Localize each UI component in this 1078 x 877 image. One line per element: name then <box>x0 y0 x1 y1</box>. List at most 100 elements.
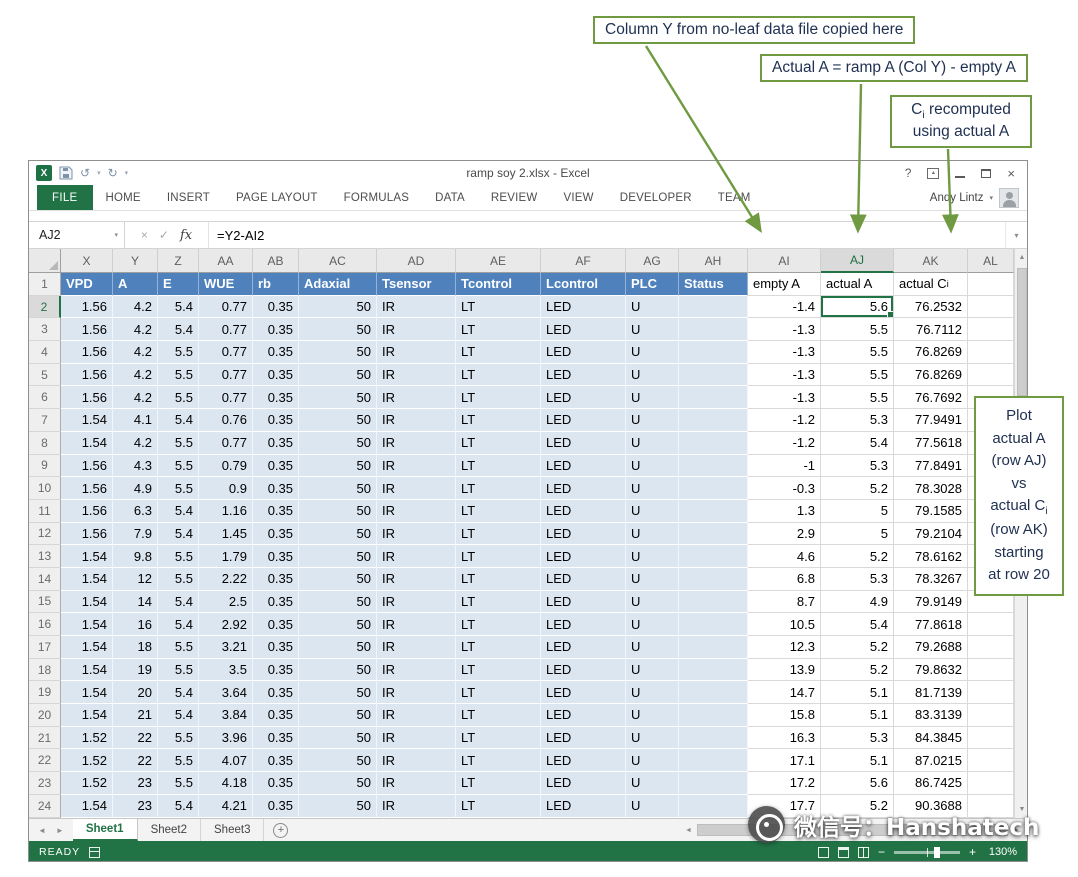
cell-Y24[interactable]: 23 <box>113 795 158 818</box>
cell-AA2[interactable]: 0.77 <box>199 296 253 319</box>
cell-AG20[interactable]: U <box>626 704 679 727</box>
cell-AC17[interactable]: 50 <box>299 636 377 659</box>
cell-AI5[interactable]: -1.3 <box>748 364 821 387</box>
cell-Y2[interactable]: 4.2 <box>113 296 158 319</box>
cell-AC5[interactable]: 50 <box>299 364 377 387</box>
page-layout-view-icon[interactable] <box>838 847 849 858</box>
cell-AB19[interactable]: 0.35 <box>253 681 299 704</box>
cell-AG18[interactable]: U <box>626 659 679 682</box>
sheet-next-icon[interactable]: ► <box>56 826 64 835</box>
name-box-dropdown-icon[interactable]: ▾ <box>114 231 118 239</box>
cell-AG7[interactable]: U <box>626 409 679 432</box>
cell-AH7[interactable] <box>679 409 748 432</box>
cell-AE20[interactable]: LT <box>456 704 541 727</box>
cell-AH24[interactable] <box>679 795 748 818</box>
cell-X3[interactable]: 1.56 <box>61 318 113 341</box>
cell-AE21[interactable]: LT <box>456 727 541 750</box>
cell-AA6[interactable]: 0.77 <box>199 386 253 409</box>
ribbon-tab-home[interactable]: HOME <box>93 185 154 210</box>
sheet-tab-sheet3[interactable]: Sheet3 <box>201 819 264 841</box>
cell-AC4[interactable]: 50 <box>299 341 377 364</box>
cell-AH19[interactable] <box>679 681 748 704</box>
cell-Y4[interactable]: 4.2 <box>113 341 158 364</box>
row-header-1[interactable]: 1 <box>29 273 61 296</box>
scroll-left-icon[interactable]: ◄ <box>682 827 695 834</box>
cell-AH10[interactable] <box>679 477 748 500</box>
cell-AB14[interactable]: 0.35 <box>253 568 299 591</box>
cell-AD19[interactable]: IR <box>377 681 456 704</box>
cell-X15[interactable]: 1.54 <box>61 591 113 614</box>
cell-AB23[interactable]: 0.35 <box>253 772 299 795</box>
cell-AL2[interactable] <box>968 296 1014 319</box>
column-header-ae[interactable]: AE <box>456 249 541 273</box>
cell-Y15[interactable]: 14 <box>113 591 158 614</box>
cell-AJ4[interactable]: 5.5 <box>821 341 894 364</box>
cell-AI1[interactable]: empty A <box>748 273 821 296</box>
cell-AI6[interactable]: -1.3 <box>748 386 821 409</box>
cell-AD12[interactable]: IR <box>377 523 456 546</box>
cell-AF22[interactable]: LED <box>541 749 626 772</box>
cell-AB2[interactable]: 0.35 <box>253 296 299 319</box>
cell-X10[interactable]: 1.56 <box>61 477 113 500</box>
cell-AJ24[interactable]: 5.2 <box>821 795 894 818</box>
column-header-ag[interactable]: AG <box>626 249 679 273</box>
row-header-14[interactable]: 14 <box>29 568 61 591</box>
cell-AC11[interactable]: 50 <box>299 500 377 523</box>
cell-X21[interactable]: 1.52 <box>61 727 113 750</box>
cell-Y11[interactable]: 6.3 <box>113 500 158 523</box>
cell-AE13[interactable]: LT <box>456 545 541 568</box>
ribbon-tab-team[interactable]: TEAM <box>705 185 764 210</box>
cell-X12[interactable]: 1.56 <box>61 523 113 546</box>
cell-X13[interactable]: 1.54 <box>61 545 113 568</box>
zoom-slider-thumb[interactable] <box>934 847 940 858</box>
cell-X8[interactable]: 1.54 <box>61 432 113 455</box>
cell-AC22[interactable]: 50 <box>299 749 377 772</box>
cell-AJ17[interactable]: 5.2 <box>821 636 894 659</box>
cell-AF19[interactable]: LED <box>541 681 626 704</box>
cell-AH2[interactable] <box>679 296 748 319</box>
cell-X19[interactable]: 1.54 <box>61 681 113 704</box>
cell-AE18[interactable]: LT <box>456 659 541 682</box>
cell-AC23[interactable]: 50 <box>299 772 377 795</box>
cell-AK11[interactable]: 79.1585 <box>894 500 968 523</box>
cell-AG11[interactable]: U <box>626 500 679 523</box>
cell-AC20[interactable]: 50 <box>299 704 377 727</box>
cell-AJ19[interactable]: 5.1 <box>821 681 894 704</box>
cell-Y10[interactable]: 4.9 <box>113 477 158 500</box>
cell-AG17[interactable]: U <box>626 636 679 659</box>
cell-AH4[interactable] <box>679 341 748 364</box>
cell-X14[interactable]: 1.54 <box>61 568 113 591</box>
cell-AL1[interactable] <box>968 273 1014 296</box>
qat-customize-icon[interactable]: ▾ <box>125 169 129 177</box>
zoom-slider[interactable] <box>894 851 960 854</box>
sheet-prev-icon[interactable]: ◄ <box>38 826 46 835</box>
cell-X22[interactable]: 1.52 <box>61 749 113 772</box>
cell-AH13[interactable] <box>679 545 748 568</box>
row-header-5[interactable]: 5 <box>29 364 61 387</box>
cell-AI8[interactable]: -1.2 <box>748 432 821 455</box>
cell-AL16[interactable] <box>968 613 1014 636</box>
cell-Y16[interactable]: 16 <box>113 613 158 636</box>
cell-AB6[interactable]: 0.35 <box>253 386 299 409</box>
cell-AK24[interactable]: 90.3688 <box>894 795 968 818</box>
cell-Y8[interactable]: 4.2 <box>113 432 158 455</box>
cell-AA5[interactable]: 0.77 <box>199 364 253 387</box>
cell-AK10[interactable]: 78.3028 <box>894 477 968 500</box>
cell-AH1[interactable]: Status <box>679 273 748 296</box>
cell-AG19[interactable]: U <box>626 681 679 704</box>
cell-AJ20[interactable]: 5.1 <box>821 704 894 727</box>
cell-AB4[interactable]: 0.35 <box>253 341 299 364</box>
cell-AJ11[interactable]: 5 <box>821 500 894 523</box>
cell-AF2[interactable]: LED <box>541 296 626 319</box>
cell-AC12[interactable]: 50 <box>299 523 377 546</box>
row-header-20[interactable]: 20 <box>29 704 61 727</box>
cell-AF7[interactable]: LED <box>541 409 626 432</box>
cell-AF6[interactable]: LED <box>541 386 626 409</box>
row-header-22[interactable]: 22 <box>29 749 61 772</box>
cell-Z20[interactable]: 5.4 <box>158 704 199 727</box>
cell-Y6[interactable]: 4.2 <box>113 386 158 409</box>
cell-Y3[interactable]: 4.2 <box>113 318 158 341</box>
cell-AE11[interactable]: LT <box>456 500 541 523</box>
row-header-24[interactable]: 24 <box>29 795 61 818</box>
cell-AF15[interactable]: LED <box>541 591 626 614</box>
